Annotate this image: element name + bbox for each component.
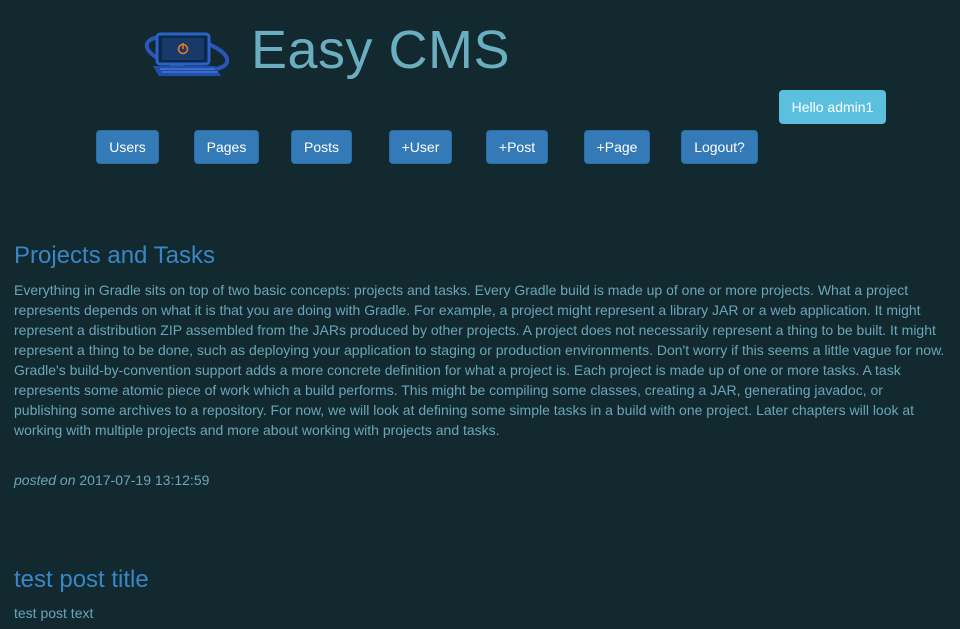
posted-label: posted on — [14, 472, 76, 488]
post-title[interactable]: test post title — [14, 566, 946, 594]
post-body: test post text — [14, 605, 94, 621]
add-page-button[interactable]: +Page — [584, 130, 650, 164]
post-body: Everything in Gradle sits on top of two … — [14, 282, 945, 438]
post-item: test post title test post text — [14, 566, 946, 623]
post-title[interactable]: Projects and Tasks — [14, 242, 946, 270]
header: Easy CMS Hello admin1 — [0, 0, 960, 124]
users-button[interactable]: Users — [96, 130, 159, 164]
main-nav: Users Pages Posts +User +Post +Page Logo… — [0, 130, 960, 164]
posts-button[interactable]: Posts — [291, 130, 352, 164]
add-user-button[interactable]: +User — [389, 130, 452, 164]
logout-button[interactable]: Logout? — [681, 130, 758, 164]
post-item: Projects and Tasks Everything in Gradle … — [14, 242, 946, 490]
pages-button[interactable]: Pages — [194, 130, 259, 164]
post-meta: posted on 2017-07-19 13:12:59 — [14, 470, 946, 490]
laptop-power-icon — [144, 32, 230, 76]
posted-date: 2017-07-19 13:12:59 — [79, 472, 210, 488]
site-title: Easy CMS — [251, 20, 511, 80]
add-post-button[interactable]: +Post — [486, 130, 548, 164]
user-greeting-badge: Hello admin1 — [779, 90, 886, 124]
